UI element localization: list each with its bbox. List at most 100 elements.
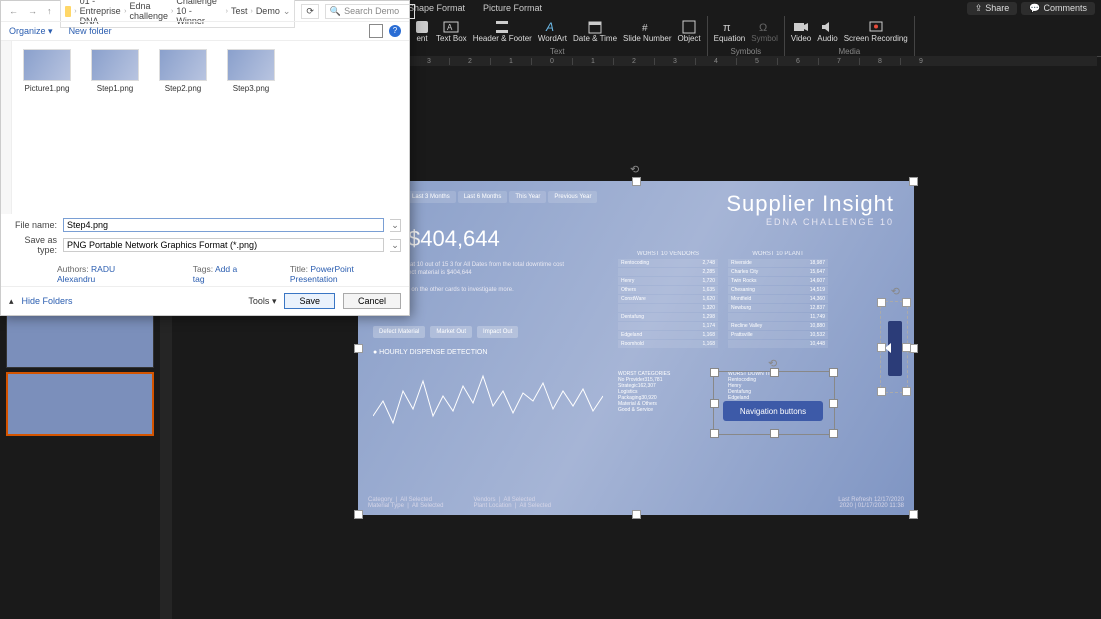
breadcrumb-item[interactable]: Demo <box>256 6 280 16</box>
organize-menu[interactable]: Organize ▾ <box>9 26 53 37</box>
resize-handle[interactable] <box>877 343 886 352</box>
rotate-handle-icon[interactable]: ⟲ <box>891 285 900 298</box>
savetype-label: Save as type: <box>9 235 57 255</box>
svg-text:A: A <box>545 20 554 34</box>
filename-input[interactable] <box>63 218 384 232</box>
table-row: Prattsville10,532 <box>728 331 828 339</box>
dialog-nav: ← → ↑ › 01 - Entreprise DNA› Edna challe… <box>1 1 409 21</box>
kpi-value: $404,644 <box>408 226 500 252</box>
resize-handle[interactable] <box>829 399 838 408</box>
dialog-sidebar[interactable] <box>1 41 12 214</box>
audio-button[interactable]: Audio <box>817 19 837 44</box>
callout-label[interactable]: Navigation buttons <box>723 401 823 421</box>
ribbon-group-text: Text <box>550 47 565 56</box>
tools-menu[interactable]: Tools ▾ <box>248 296 276 307</box>
view-options-button[interactable] <box>369 24 383 38</box>
tab-picture-format[interactable]: Picture Format <box>483 3 542 13</box>
resize-handle[interactable] <box>909 177 918 186</box>
insert-ent[interactable]: ent <box>414 19 430 44</box>
comments-button[interactable]: 💬 Comments <box>1021 2 1095 15</box>
up-button[interactable]: ↑ <box>45 6 54 16</box>
resize-handle[interactable] <box>632 510 641 519</box>
screen-recording-button[interactable]: Screen Recording <box>844 19 908 44</box>
date-time-button[interactable]: Date & Time <box>573 19 617 44</box>
action-button[interactable]: Defect Material <box>373 326 425 338</box>
resize-handle[interactable] <box>902 343 911 352</box>
resize-handle[interactable] <box>829 429 838 438</box>
table-row: Good & Service <box>618 407 718 413</box>
savetype-select[interactable] <box>63 238 384 252</box>
resize-handle[interactable] <box>902 298 911 307</box>
resize-handle[interactable] <box>877 298 886 307</box>
slide[interactable]: ⟲ Supplier Insight EDNA CHALLENGE 10 All… <box>358 181 914 515</box>
resize-handle[interactable] <box>710 429 719 438</box>
equation-button[interactable]: πEquation <box>714 19 746 44</box>
file-list[interactable]: Picture1.png Step1.png Step2.png Step3.png <box>12 41 409 214</box>
file-item[interactable]: Step3.png <box>226 49 276 93</box>
help-icon[interactable]: ? <box>389 25 401 37</box>
file-item[interactable]: Step1.png <box>90 49 140 93</box>
svg-text:A: A <box>447 23 453 32</box>
cancel-button[interactable]: Cancel <box>343 293 401 309</box>
save-button[interactable]: Save <box>284 293 335 309</box>
file-item[interactable]: Step2.png <box>158 49 208 93</box>
refresh-button[interactable]: ⟳ <box>301 4 319 19</box>
plants-table: WORST 10 PLANT Riverside18,987Charles Ci… <box>728 251 828 349</box>
resize-handle[interactable] <box>877 387 886 396</box>
table-row: ConstWare1,620 <box>618 295 718 303</box>
resize-handle[interactable] <box>354 510 363 519</box>
filter-tab[interactable]: Last 6 Months <box>458 191 508 203</box>
resize-handle[interactable] <box>829 368 838 377</box>
filename-label: File name: <box>9 220 57 230</box>
dialog-toolbar: Organize ▾ New folder ? <box>1 21 409 41</box>
resize-handle[interactable] <box>909 510 918 519</box>
resize-handle[interactable] <box>354 344 363 353</box>
toggle-folders-icon[interactable]: ▴ <box>9 296 14 307</box>
action-buttons: Defect Material Market Out Impact Out <box>373 326 518 338</box>
resize-handle[interactable] <box>632 177 641 186</box>
breadcrumb-item[interactable]: Test <box>231 6 248 16</box>
text-box-button[interactable]: AText Box <box>436 19 467 44</box>
new-folder-button[interactable]: New folder <box>69 26 112 36</box>
video-button[interactable]: Video <box>791 19 811 44</box>
object-button[interactable]: Object <box>678 19 701 44</box>
symbol-button[interactable]: ΩSymbol <box>751 19 778 44</box>
resize-handle[interactable] <box>710 368 719 377</box>
table-row: Twin Rocks14,607 <box>728 277 828 285</box>
filter-tab[interactable]: Last 3 Months <box>406 191 456 203</box>
nav-slider[interactable] <box>888 321 902 376</box>
breadcrumb-item[interactable]: Edna challenge <box>129 1 168 21</box>
file-item[interactable]: Picture1.png <box>22 49 72 93</box>
table-row: Rentocoding2,748 <box>618 259 718 267</box>
back-button[interactable]: ← <box>7 6 20 16</box>
table-row: Edgeland1,168 <box>618 331 718 339</box>
share-button[interactable]: ⇪ Share <box>967 2 1018 15</box>
action-button[interactable]: Impact Out <box>477 326 518 338</box>
resize-handle[interactable] <box>710 399 719 408</box>
svg-text:π: π <box>723 22 731 34</box>
vendors-table: WORST 10 VENDORS Rentocoding2,7482,285He… <box>618 251 718 349</box>
table-row: 2,285 <box>618 268 718 276</box>
search-input[interactable]: 🔍 Search Demo <box>325 4 415 19</box>
header-footer-button[interactable]: Header & Footer <box>473 19 532 44</box>
tab-shape-format[interactable]: Shape Format <box>408 3 465 13</box>
savetype-dropdown[interactable]: ⌄ <box>390 239 401 252</box>
hide-folders-link[interactable]: Hide Folders <box>22 296 73 306</box>
chevron-down-icon[interactable]: ⌄ <box>283 6 291 17</box>
slide-thumbnail-selected[interactable] <box>6 372 154 436</box>
rotate-handle-icon[interactable]: ⟲ <box>630 163 639 176</box>
table-row: 1,174 <box>618 322 718 330</box>
resize-handle[interactable] <box>770 368 779 377</box>
table-row: 11,749 <box>728 313 828 321</box>
filename-dropdown[interactable]: ⌄ <box>390 219 401 232</box>
resize-handle[interactable] <box>770 429 779 438</box>
forward-button[interactable]: → <box>26 6 39 16</box>
resize-handle[interactable] <box>902 387 911 396</box>
table-row: Newburg12,837 <box>728 304 828 312</box>
filter-tab[interactable]: Previous Year <box>548 191 597 203</box>
filter-tab[interactable]: This Year <box>509 191 546 203</box>
slide-number-button[interactable]: #Slide Number <box>623 19 671 44</box>
action-button[interactable]: Market Out <box>430 326 472 338</box>
save-as-dialog: ← → ↑ › 01 - Entreprise DNA› Edna challe… <box>0 0 410 316</box>
wordart-button[interactable]: AWordArt <box>538 19 567 44</box>
